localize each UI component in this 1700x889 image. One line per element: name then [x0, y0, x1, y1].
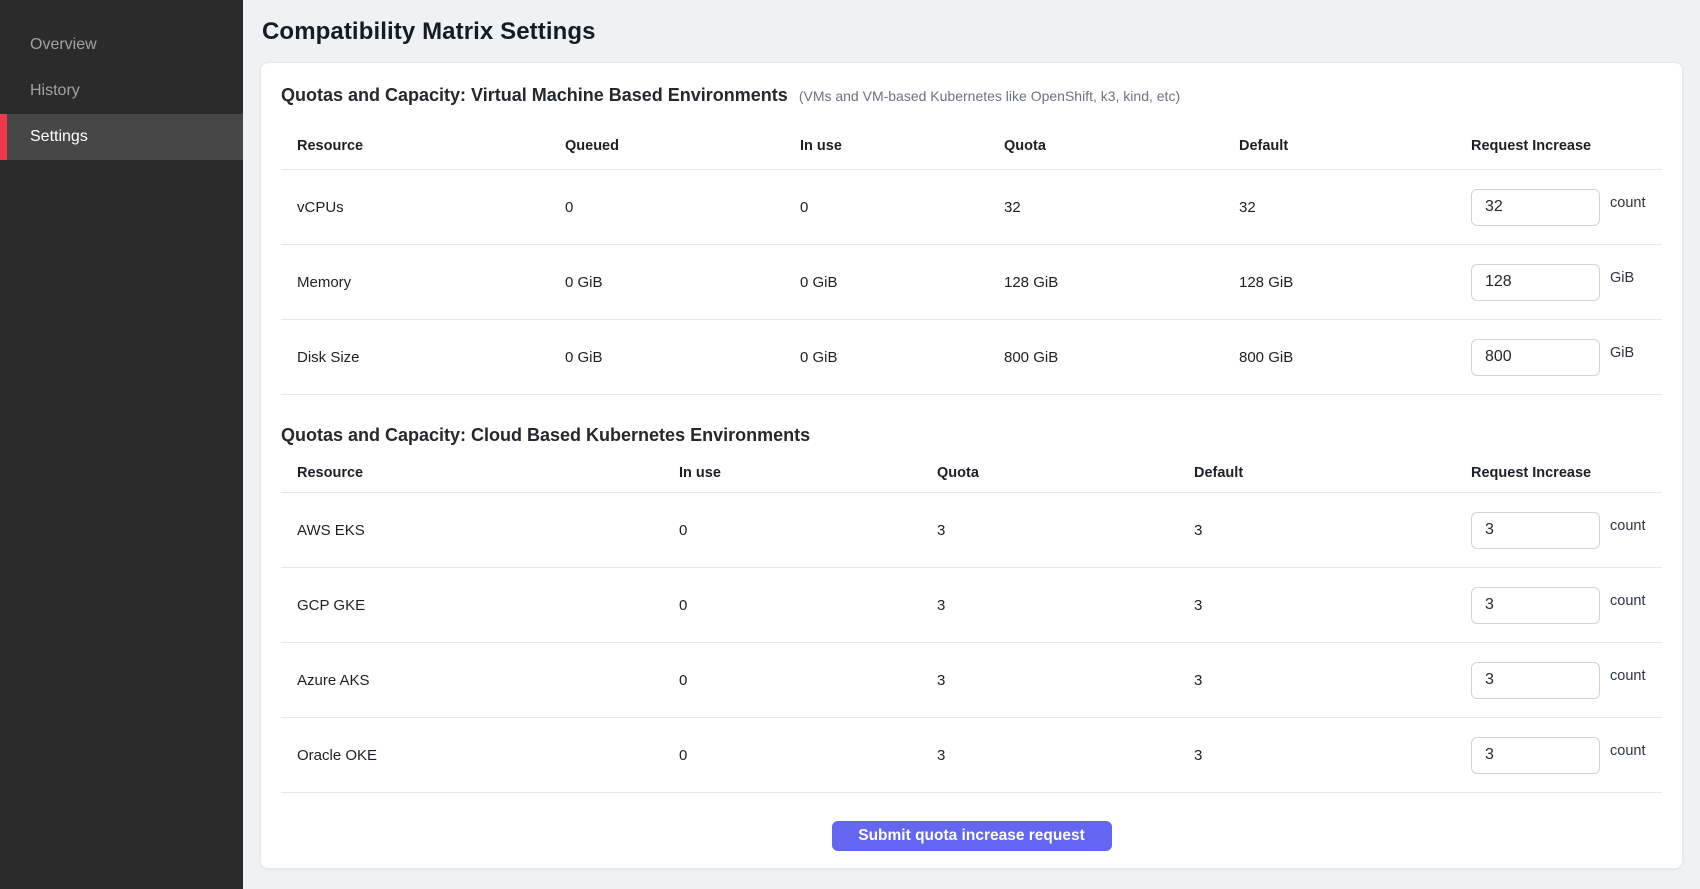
in-use-value: 0 [663, 747, 921, 764]
vm-section-note: (VMs and VM-based Kubernetes like OpenSh… [799, 88, 1180, 104]
default-value: 3 [1178, 522, 1455, 539]
quota-value: 128 GiB [988, 274, 1223, 291]
vm-col-quota: Quota [988, 138, 1223, 154]
vm-col-default: Default [1223, 138, 1455, 154]
vm-col-queued: Queued [549, 138, 784, 154]
in-use-value: 0 [663, 522, 921, 539]
page-title: Compatibility Matrix Settings [262, 18, 1683, 46]
gcp-gke-request-input[interactable] [1471, 587, 1600, 624]
submit-button-row: Submit quota increase request [281, 821, 1662, 851]
quota-value: 3 [921, 672, 1178, 689]
vm-table-header: Resource Queued In use Quota Default Req… [281, 122, 1662, 170]
in-use-value: 0 [663, 672, 921, 689]
vm-col-in-use: In use [784, 138, 988, 154]
request-increase-cell: count [1455, 662, 1662, 699]
quota-value: 3 [921, 522, 1178, 539]
table-row-aws-eks: AWS EKS 0 3 3 count [281, 493, 1662, 568]
table-row-oracle-oke: Oracle OKE 0 3 3 count [281, 718, 1662, 793]
table-row-disk-size: Disk Size 0 GiB 0 GiB 800 GiB 800 GiB Gi… [281, 320, 1662, 395]
request-increase-cell: GiB [1455, 339, 1662, 376]
table-row-vcpus: vCPUs 0 0 32 32 count [281, 170, 1662, 245]
queued-value: 0 GiB [549, 349, 784, 366]
in-use-value: 0 [784, 199, 988, 216]
sidebar-item-label: Settings [30, 128, 88, 146]
unit-label: count [1610, 668, 1645, 684]
memory-request-input[interactable] [1471, 264, 1600, 301]
table-row-azure-aks: Azure AKS 0 3 3 count [281, 643, 1662, 718]
vm-section-title-text: Quotas and Capacity: Virtual Machine Bas… [281, 85, 788, 105]
unit-label: count [1610, 593, 1645, 609]
aws-eks-request-input[interactable] [1471, 512, 1600, 549]
resource-name: Disk Size [281, 349, 549, 366]
in-use-value: 0 GiB [784, 349, 988, 366]
request-increase-cell: count [1455, 587, 1662, 624]
sidebar-item-label: Overview [30, 36, 97, 54]
cloud-table-header: Resource In use Quota Default Request In… [281, 453, 1662, 493]
vcpus-request-input[interactable] [1471, 189, 1600, 226]
resource-name: GCP GKE [281, 597, 663, 614]
unit-label: GiB [1610, 270, 1634, 286]
default-value: 128 GiB [1223, 274, 1455, 291]
request-increase-cell: GiB [1455, 264, 1662, 301]
resource-name: Azure AKS [281, 672, 663, 689]
quota-value: 800 GiB [988, 349, 1223, 366]
azure-aks-request-input[interactable] [1471, 662, 1600, 699]
cloud-col-resource: Resource [281, 465, 663, 481]
table-row-gcp-gke: GCP GKE 0 3 3 count [281, 568, 1662, 643]
default-value: 32 [1223, 199, 1455, 216]
queued-value: 0 [549, 199, 784, 216]
settings-card: Quotas and Capacity: Virtual Machine Bas… [260, 62, 1683, 869]
vm-col-resource: Resource [281, 138, 549, 154]
resource-name: vCPUs [281, 199, 549, 216]
default-value: 3 [1178, 597, 1455, 614]
resource-name: Memory [281, 274, 549, 291]
request-increase-cell: count [1455, 189, 1662, 226]
resource-name: AWS EKS [281, 522, 663, 539]
unit-label: count [1610, 743, 1645, 759]
submit-quota-increase-button[interactable]: Submit quota increase request [832, 821, 1112, 851]
vm-section-title: Quotas and Capacity: Virtual Machine Bas… [281, 81, 1662, 110]
cloud-col-quota: Quota [921, 465, 1178, 481]
in-use-value: 0 [663, 597, 921, 614]
unit-label: count [1610, 518, 1645, 534]
request-increase-cell: count [1455, 737, 1662, 774]
disk-size-request-input[interactable] [1471, 339, 1600, 376]
active-indicator [0, 114, 7, 160]
table-row-memory: Memory 0 GiB 0 GiB 128 GiB 128 GiB GiB [281, 245, 1662, 320]
cloud-section-title: Quotas and Capacity: Cloud Based Kuberne… [281, 421, 1662, 449]
queued-value: 0 GiB [549, 274, 784, 291]
unit-label: GiB [1610, 345, 1634, 361]
cloud-section-title-text: Quotas and Capacity: Cloud Based Kuberne… [281, 425, 810, 445]
request-increase-cell: count [1455, 512, 1662, 549]
quota-value: 32 [988, 199, 1223, 216]
sidebar-item-overview[interactable]: Overview [0, 22, 243, 68]
quota-value: 3 [921, 597, 1178, 614]
sidebar-item-label: History [30, 82, 80, 100]
default-value: 3 [1178, 747, 1455, 764]
oracle-oke-request-input[interactable] [1471, 737, 1600, 774]
cloud-col-request-increase: Request Increase [1455, 465, 1662, 481]
vm-col-request-increase: Request Increase [1455, 138, 1662, 154]
in-use-value: 0 GiB [784, 274, 988, 291]
resource-name: Oracle OKE [281, 747, 663, 764]
sidebar-item-settings[interactable]: Settings [0, 114, 243, 160]
cloud-col-default: Default [1178, 465, 1455, 481]
main-content: Compatibility Matrix Settings Quotas and… [243, 0, 1700, 889]
default-value: 800 GiB [1223, 349, 1455, 366]
cloud-col-in-use: In use [663, 465, 921, 481]
sidebar-item-history[interactable]: History [0, 68, 243, 114]
default-value: 3 [1178, 672, 1455, 689]
quota-value: 3 [921, 747, 1178, 764]
unit-label: count [1610, 195, 1645, 211]
sidebar: Overview History Settings [0, 0, 243, 889]
